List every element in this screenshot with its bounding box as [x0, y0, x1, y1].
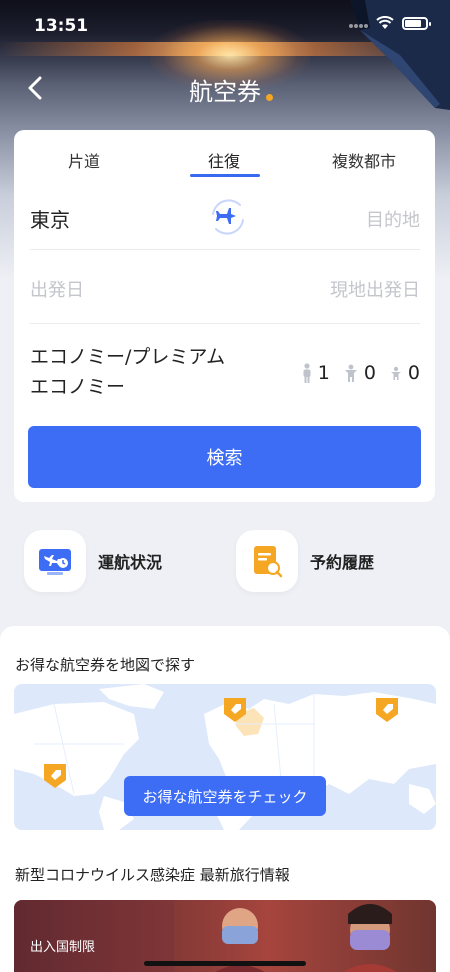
booking-history-icon-tile [236, 530, 298, 592]
tab-active-indicator [190, 174, 260, 177]
return-date-field[interactable]: 現地出発日 [330, 276, 420, 302]
cabin-class-line1: エコノミー/プレミアム [30, 346, 226, 368]
tab-multi-city[interactable]: 複数都市 [332, 148, 396, 172]
adult-count[interactable]: 1 [302, 362, 330, 384]
travel-restrictions-label: 出入国制限 [30, 940, 96, 955]
booking-history-icon [254, 546, 283, 578]
tab-one-way[interactable]: 片道 [68, 148, 100, 172]
nav-bar: 航空券 [0, 66, 450, 110]
status-time: 13:51 [34, 16, 89, 36]
cabin-class-field[interactable]: エコノミー/プレミアム エコノミー [30, 342, 280, 402]
booking-history-link[interactable]: 予約履歴 [236, 530, 374, 592]
cellular-signal-icon [349, 24, 368, 28]
child-count-value: 0 [363, 362, 376, 384]
status-bar: 13:51 [0, 0, 450, 52]
flight-search-card: 片道 往復 複数都市 東京 目的地 出発日 現地出発日 エコノミー/プレミアム … [14, 130, 435, 502]
cabin-class-line2: エコノミー [30, 376, 126, 398]
world-map-card[interactable]: お得な航空券をチェック [14, 684, 436, 830]
route-row: 東京 目的地 [30, 188, 420, 250]
home-indicator[interactable] [144, 961, 306, 966]
booking-history-label: 予約履歴 [310, 553, 375, 572]
search-button[interactable]: 検索 [28, 426, 421, 488]
flight-status-icon-tile [24, 530, 86, 592]
wifi-icon [376, 16, 394, 29]
tab-round-trip[interactable]: 往復 [208, 148, 240, 172]
destination-field[interactable]: 目的地 [366, 206, 420, 232]
adult-icon [303, 363, 311, 383]
adult-count-value: 1 [317, 362, 330, 384]
origin-field[interactable]: 東京 [30, 204, 70, 233]
child-icon [344, 364, 357, 382]
child-count[interactable]: 0 [344, 362, 376, 384]
departure-date-field[interactable]: 出発日 [30, 276, 84, 302]
dates-row: 出発日 現地出発日 [30, 250, 420, 324]
flight-status-icon [39, 549, 71, 575]
swap-route-button[interactable] [205, 194, 251, 240]
battery-icon [402, 16, 431, 30]
page-title: 航空券 [189, 78, 261, 106]
infant-count-value: 0 [407, 362, 420, 384]
infant-count[interactable]: 0 [390, 362, 420, 384]
content-section: お得な航空券を地図で探す お得な航空券をチェック 新型コロナウイルス感染症 最新… [0, 626, 450, 972]
passenger-selector[interactable]: 1 0 0 [288, 362, 420, 384]
status-icons [348, 16, 431, 30]
flight-status-link[interactable]: 運航状況 [24, 530, 162, 592]
notification-dot [266, 94, 273, 101]
trip-type-tabs: 片道 往復 複数都市 [14, 130, 435, 182]
cabin-passenger-row: エコノミー/プレミアム エコノミー 1 0 0 [30, 324, 420, 416]
infant-icon [390, 366, 401, 380]
flight-status-label: 運航状況 [98, 553, 163, 572]
check-deals-button[interactable]: お得な航空券をチェック [124, 776, 326, 816]
map-section-title: お得な航空券を地図で探す [15, 656, 196, 674]
covid-section-title: 新型コロナウイルス感染症 最新旅行情報 [15, 866, 290, 884]
